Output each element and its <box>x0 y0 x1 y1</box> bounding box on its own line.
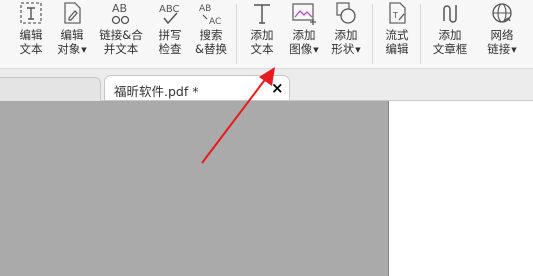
search-replace-icon: AB AC <box>195 0 227 28</box>
web-link-label-1: 网络 <box>490 28 514 42</box>
flow-edit-label-1: 流式 <box>385 28 409 42</box>
add-shape-icon <box>330 0 362 28</box>
svg-text:AB: AB <box>199 4 211 14</box>
document-tab-bar: 福昕软件.pdf * × <box>0 69 533 101</box>
add-shape-label-2: 形状▼ <box>331 42 361 56</box>
add-shape-label-1: 添加 <box>334 28 358 42</box>
web-link-label-2: 链接▼ <box>487 42 517 56</box>
add-text-label-1: 添加 <box>250 28 274 42</box>
web-link-icon <box>486 0 518 28</box>
svg-text:AB: AB <box>112 2 127 15</box>
link-merge-icon: AB <box>105 0 137 28</box>
spell-check-button[interactable]: ABC 拼写 检查 <box>152 0 188 66</box>
add-image-label-2: 图像▼ <box>289 42 319 56</box>
add-textbox-label-1: 添加 <box>438 28 462 42</box>
add-text-button[interactable]: 添加 文本 <box>245 0 279 66</box>
document-canvas[interactable] <box>0 101 388 276</box>
toolbar-separator <box>420 4 421 64</box>
add-image-icon <box>288 0 320 28</box>
spell-check-label-2: 检查 <box>158 42 182 56</box>
tab-active-document[interactable]: 福昕软件.pdf * × <box>104 75 290 100</box>
svg-text:AC: AC <box>209 17 221 27</box>
search-replace-label-2: &替换 <box>195 42 227 56</box>
add-text-label-2: 文本 <box>250 42 274 56</box>
add-textbox-button[interactable]: 添加 文章框 <box>428 0 472 66</box>
edit-text-icon <box>15 0 47 28</box>
previous-tab[interactable] <box>0 77 101 101</box>
close-icon[interactable]: × <box>271 79 284 97</box>
chevron-down-icon: ▼ <box>511 46 517 54</box>
edit-object-button[interactable]: 编辑 对象▼ <box>52 0 92 66</box>
toolbar-ribbon: 编辑 文本 编辑 对象▼ AB 链接&合 并文本 ABC 拼写 检查 AB AC … <box>0 0 533 69</box>
edit-text-label-2: 文本 <box>19 42 43 56</box>
toolbar-separator <box>236 4 237 64</box>
flow-edit-button[interactable]: T 流式 编辑 <box>380 0 414 66</box>
link-merge-label-2: 并文本 <box>103 42 139 56</box>
add-textbox-label-2: 文章框 <box>432 42 468 56</box>
link-merge-text-button[interactable]: AB 链接&合 并文本 <box>96 0 146 66</box>
svg-text:T: T <box>392 11 398 20</box>
edit-text-button[interactable]: 编辑 文本 <box>14 0 48 66</box>
spell-check-icon: ABC <box>154 0 186 28</box>
add-text-icon <box>246 0 278 28</box>
search-replace-button[interactable]: AB AC 搜索 &替换 <box>192 0 230 66</box>
tab-title: 福昕软件.pdf * <box>114 84 199 99</box>
spell-check-label-1: 拼写 <box>158 28 182 42</box>
search-replace-label-1: 搜索 <box>199 28 223 42</box>
edit-object-label-1: 编辑 <box>60 28 84 42</box>
link-merge-label-1: 链接&合 <box>99 28 143 42</box>
chevron-down-icon: ▼ <box>81 46 87 54</box>
flow-edit-icon: T <box>381 0 413 28</box>
chevron-down-icon: ▼ <box>355 46 361 54</box>
flow-edit-label-2: 编辑 <box>385 42 409 56</box>
edit-object-label-2: 对象▼ <box>57 42 87 56</box>
chevron-down-icon: ▼ <box>313 46 319 54</box>
document-page[interactable] <box>389 101 533 276</box>
add-image-label-1: 添加 <box>292 28 316 42</box>
toolbar-separator <box>372 4 373 64</box>
add-textbox-icon <box>434 0 466 28</box>
web-link-button[interactable]: 网络 链接▼ <box>482 0 522 66</box>
edit-text-label-1: 编辑 <box>19 28 43 42</box>
edit-object-icon <box>56 0 88 28</box>
add-shape-button[interactable]: 添加 形状▼ <box>326 0 366 66</box>
add-image-button[interactable]: 添加 图像▼ <box>284 0 324 66</box>
